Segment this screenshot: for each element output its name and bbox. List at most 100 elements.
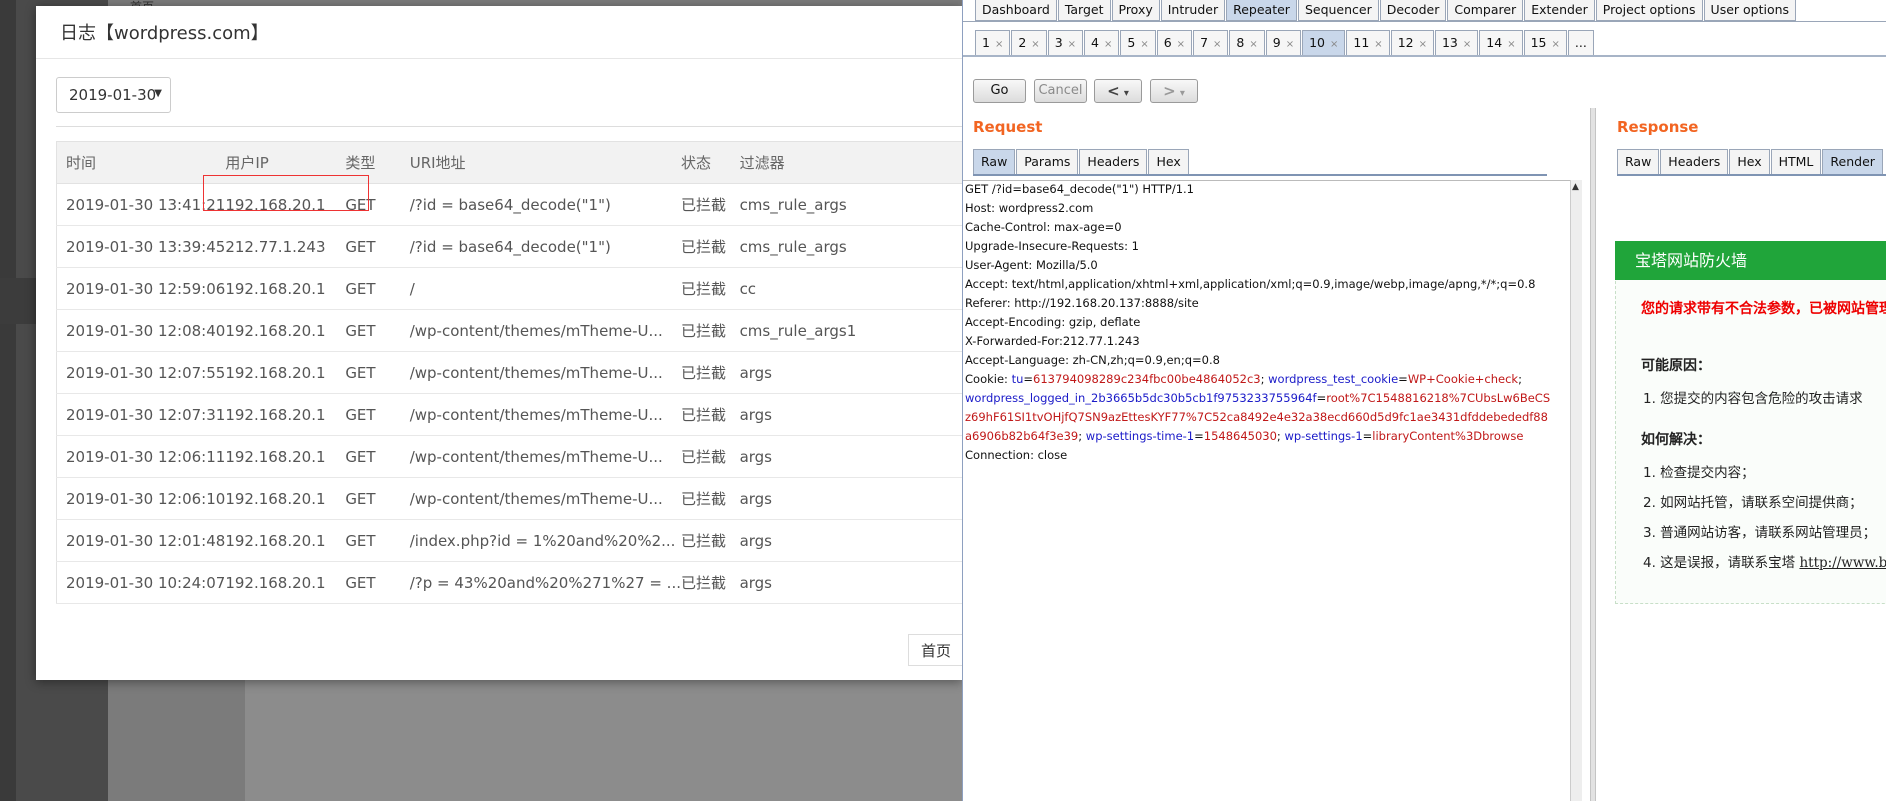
pane-splitter[interactable] — [1590, 108, 1596, 801]
log-table: 时间 用户IP 类型 URI地址 状态 过滤器 2019-01-30 13:41… — [56, 141, 962, 604]
cell-ip: 192.168.20.1 — [225, 477, 346, 520]
close-icon[interactable]: × — [1419, 39, 1427, 50]
repeater-tab-3[interactable]: 3 × — [1047, 30, 1084, 55]
go-button[interactable]: Go — [973, 79, 1026, 103]
main-tab-proxy[interactable]: Proxy — [1111, 0, 1160, 21]
pagination-first-button[interactable]: 首页 — [908, 634, 962, 666]
main-tab-intruder[interactable]: Intruder — [1160, 0, 1226, 21]
cookie-line: a6906b82b64f3e39; wp-settings-time-1=154… — [965, 429, 1524, 443]
close-icon[interactable]: × — [1286, 39, 1294, 50]
request-tabs: Raw Params Headers Hex — [973, 149, 1190, 174]
column-header-status: 状态 — [680, 141, 740, 184]
date-select[interactable]: 2019-01-30 ▼ — [56, 77, 171, 113]
response-tab-raw[interactable]: Raw — [1617, 149, 1660, 174]
repeater-tab-2[interactable]: 2 × — [1011, 30, 1047, 55]
repeater-tab-4[interactable]: 4 × — [1084, 30, 1120, 55]
background-panel-inner — [245, 680, 962, 801]
request-title: Request — [973, 118, 1043, 136]
back-button[interactable]: < ▾ — [1094, 79, 1142, 103]
repeater-tab-15[interactable]: 15 × — [1523, 30, 1567, 55]
waf-link[interactable]: http://www.b — [1799, 555, 1886, 571]
close-icon[interactable]: × — [1104, 39, 1112, 50]
cell-filter: args — [739, 351, 962, 394]
forward-arrow-icon: > — [1163, 82, 1176, 100]
cancel-button[interactable]: Cancel — [1034, 79, 1087, 103]
repeater-tab-more[interactable]: ... — [1567, 30, 1594, 55]
main-tab-sequencer[interactable]: Sequencer — [1297, 0, 1379, 21]
main-tab-repeater[interactable]: Repeater — [1226, 0, 1297, 21]
close-icon[interactable]: × — [1551, 39, 1559, 50]
cell-type: GET — [345, 267, 410, 310]
main-tab-decoder[interactable]: Decoder — [1379, 0, 1447, 21]
cell-status: 已拦截 — [680, 267, 740, 310]
close-icon[interactable]: × — [1177, 39, 1185, 50]
caret-down-icon: ▼ — [154, 88, 162, 99]
repeater-tab-5[interactable]: 5 × — [1120, 30, 1156, 55]
close-icon[interactable]: × — [1507, 39, 1515, 50]
cell-filter: args — [739, 435, 962, 478]
request-tab-headers[interactable]: Headers — [1079, 149, 1148, 174]
request-line: Cache-Control: max-age=0 — [965, 220, 1122, 234]
table-row: 2019-01-30 12:06:10 192.168.20.1 GET/wp-co… — [56, 477, 962, 520]
request-tab-raw[interactable]: Raw — [973, 149, 1016, 174]
repeater-tab-13[interactable]: 13 × — [1434, 30, 1479, 55]
repeater-tab-1[interactable]: 1 × — [975, 30, 1011, 55]
repeater-tab-8[interactable]: 8 × — [1229, 30, 1265, 55]
response-tab-html[interactable]: HTML — [1770, 149, 1822, 174]
request-tab-params[interactable]: Params — [1016, 149, 1079, 174]
cell-status: 已拦截 — [680, 519, 740, 562]
cell-type: GET — [345, 351, 410, 394]
date-select-value: 2019-01-30 — [69, 86, 157, 104]
response-tab-hex[interactable]: Hex — [1729, 149, 1770, 174]
close-icon[interactable]: × — [1068, 39, 1076, 50]
response-tab-render[interactable]: Render — [1822, 149, 1883, 174]
close-icon[interactable]: × — [995, 39, 1003, 50]
cell-uri: /wp-content/themes/mTheme-U... — [409, 309, 681, 352]
table-row: 2019-01-30 12:01:48 192.168.20.1 GET/index… — [56, 519, 962, 562]
main-tab-user-options[interactable]: User options — [1703, 0, 1797, 21]
forward-button[interactable]: > ▾ — [1150, 79, 1198, 103]
main-tab-dashboard[interactable]: Dashboard — [975, 0, 1057, 21]
repeater-tab-9[interactable]: 9 × — [1265, 30, 1302, 55]
response-tabs: Raw Headers Hex HTML Render — [1617, 149, 1884, 174]
table-row: 2019-01-30 13:39:45 212.77.1.243 GET/?id =… — [56, 225, 962, 268]
waf-solve-item: 3. 普通网站访客，请联系网站管理员； — [1643, 525, 1877, 541]
repeater-tab-14[interactable]: 14 × — [1479, 30, 1523, 55]
cell-filter: args — [739, 561, 962, 604]
repeater-tab-10[interactable]: 10 × — [1302, 30, 1346, 55]
response-tab-headers[interactable]: Headers — [1660, 149, 1729, 174]
close-icon[interactable]: × — [1330, 39, 1338, 50]
main-tab-extender[interactable]: Extender — [1524, 0, 1595, 21]
repeater-tab-12[interactable]: 12 × — [1390, 30, 1434, 55]
repeater-tabs: 1 × 2 × 3 × 4 × 5 × 6 × 7 × 8 × 9 × 10 × 11 × 12 × 13 × 14 × 15 ×... — [975, 30, 1595, 55]
close-icon[interactable]: × — [1140, 39, 1148, 50]
request-line: Referer: http://192.168.20.137:8888/site — [965, 296, 1199, 310]
request-tab-hex[interactable]: Hex — [1148, 149, 1189, 174]
main-tab-comparer[interactable]: Comparer — [1447, 0, 1524, 21]
waf-solve-item: 2. 如网站托管，请联系空间提供商； — [1643, 495, 1863, 511]
close-icon[interactable]: × — [1031, 39, 1039, 50]
main-tab-target[interactable]: Target — [1057, 0, 1111, 21]
close-icon[interactable]: × — [1213, 39, 1221, 50]
waf-reason-item: 1. 您提交的内容包含危险的攻击请求 — [1643, 391, 1863, 407]
close-icon[interactable]: × — [1374, 39, 1382, 50]
repeater-tab-6[interactable]: 6 × — [1156, 30, 1193, 55]
repeater-tab-11[interactable]: 11 × — [1346, 30, 1390, 55]
scroll-up-icon[interactable]: ▲ — [1572, 182, 1579, 192]
request-text[interactable]: GET /?id=base64_decode("1") HTTP/1.1 Host… — [965, 180, 1569, 465]
cell-type: GET — [345, 309, 410, 352]
close-icon[interactable]: × — [1463, 39, 1471, 50]
request-line: Accept: text/html,application/xhtml+xml,… — [965, 277, 1536, 291]
response-title: Response — [1617, 118, 1699, 136]
cell-filter: cms_rule_args1 — [739, 309, 962, 352]
request-scrollbar[interactable] — [1570, 180, 1582, 801]
repeater-tab-7[interactable]: 7 × — [1193, 30, 1229, 55]
close-icon[interactable]: × — [1249, 39, 1257, 50]
cell-time: 2019-01-30 12:59:06 — [56, 267, 226, 310]
cell-ip: 192.168.20.1 — [225, 351, 346, 394]
cell-ip: 192.168.20.1 — [225, 561, 346, 604]
main-tab-project-options[interactable]: Project options — [1595, 0, 1703, 21]
table-row: 2019-01-30 12:08:40 192.168.20.1 GET/wp-co… — [56, 309, 962, 352]
request-line: Upgrade-Insecure-Requests: 1 — [965, 239, 1139, 253]
cell-uri: /index.php?id = 1%20and%20%2... — [409, 519, 681, 562]
